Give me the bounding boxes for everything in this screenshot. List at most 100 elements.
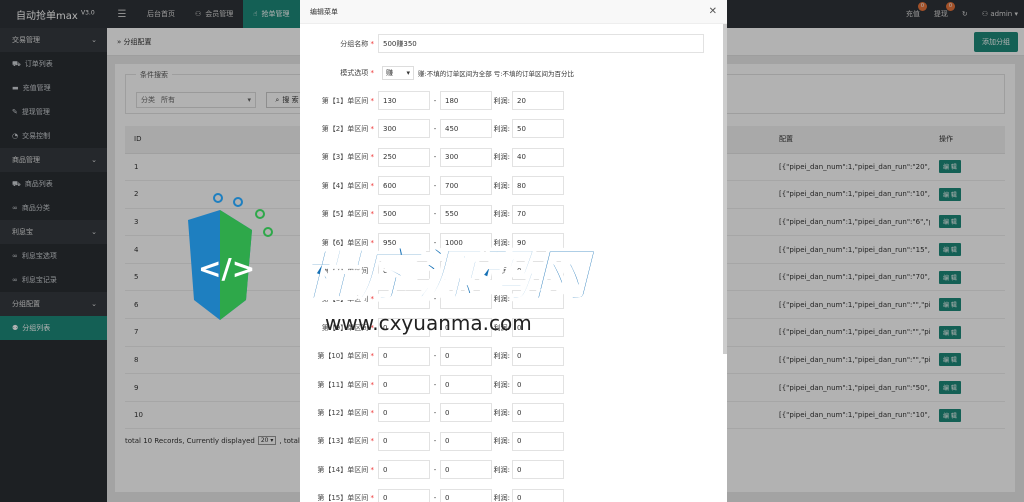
group-name-label: 分组名称 * [340, 39, 374, 48]
mode-label: 模式选项 * [340, 69, 374, 77]
range-dash: - [433, 494, 437, 502]
profit-input[interactable]: 50 [512, 119, 564, 139]
range-dash: - [433, 352, 437, 361]
range-to-input[interactable]: 0 [440, 431, 492, 451]
range-to-input[interactable]: 0 [440, 346, 492, 366]
profit-input[interactable]: 80 [512, 176, 564, 196]
range-dash: - [433, 323, 437, 332]
profit-input[interactable]: 0 [512, 460, 564, 480]
profit-input[interactable]: 70 [512, 204, 564, 224]
modal-title: 编辑菜单 [310, 7, 338, 16]
range-label: 第【8】单区间 * [321, 295, 374, 304]
range-label: 第【5】单区间 * [321, 210, 374, 219]
range-row: 第【13】单区间 * 0-0 利润: 0 [300, 431, 564, 451]
range-dash: - [433, 380, 437, 389]
profit-input[interactable]: 0 [512, 375, 564, 394]
profit-label: 利润: [493, 437, 510, 446]
profit-input[interactable]: 90 [512, 233, 564, 252]
profit-label: 利润: [493, 181, 510, 190]
mode-select[interactable]: 赚 ▾ [382, 66, 414, 80]
modal-header: 编辑菜单 ✕ [300, 0, 727, 24]
profit-input[interactable]: 0 [512, 289, 564, 309]
range-dash: - [433, 181, 437, 190]
range-row: 第【14】单区间 * 0-0 利润: 0 [300, 460, 564, 480]
range-dash: - [433, 266, 437, 275]
range-to-input[interactable]: 0 [440, 318, 492, 338]
profit-input[interactable]: 0 [512, 488, 564, 502]
range-to-input[interactable]: 550 [440, 204, 492, 224]
close-icon[interactable]: ✕ [709, 6, 717, 17]
range-from-input[interactable]: 250 [378, 147, 430, 167]
group-name-row: 分组名称 * 500赚350 [300, 34, 704, 53]
range-label: 第【9】单区间 * [321, 323, 374, 332]
range-from-input[interactable]: 0 [378, 431, 430, 451]
range-to-input[interactable]: 0 [440, 403, 492, 423]
range-label: 第【3】单区间 * [321, 153, 374, 162]
range-from-input[interactable]: 300 [378, 119, 430, 139]
range-to-input[interactable]: 0 [440, 261, 492, 281]
profit-input[interactable]: 0 [512, 403, 564, 423]
profit-label: 利润: [493, 153, 510, 162]
range-from-input[interactable]: 0 [378, 460, 430, 480]
range-label: 第【2】单区间 * [321, 124, 374, 133]
range-from-input[interactable]: 0 [378, 488, 430, 502]
profit-input[interactable]: 0 [512, 261, 564, 281]
range-from-input[interactable]: 0 [378, 346, 430, 366]
profit-label: 利润: [493, 323, 510, 332]
range-row: 第【8】单区间 * 0-0 利润: 0 [300, 289, 564, 309]
range-row: 第【1】单区间 * 130-180 利润: 20 [300, 91, 564, 110]
profit-input[interactable]: 40 [512, 147, 564, 167]
profit-label: 利润: [493, 210, 510, 219]
range-from-input[interactable]: 0 [378, 375, 430, 394]
range-from-input[interactable]: 0 [378, 403, 430, 423]
range-from-input[interactable]: 130 [378, 91, 430, 110]
range-row: 第【6】单区间 * 950-1000 利润: 90 [300, 233, 564, 252]
range-to-input[interactable]: 300 [440, 147, 492, 167]
range-dash: - [433, 153, 437, 162]
range-row: 第【4】单区间 * 600-700 利润: 80 [300, 176, 564, 196]
range-dash: - [433, 210, 437, 219]
range-row: 第【7】单区间 * 0-0 利润: 0 [300, 261, 564, 281]
profit-input[interactable]: 0 [512, 346, 564, 366]
profit-label: 利润: [493, 295, 510, 304]
range-to-input[interactable]: 450 [440, 119, 492, 139]
range-to-input[interactable]: 180 [440, 91, 492, 110]
chevron-down-icon: ▾ [406, 69, 410, 77]
range-to-input[interactable]: 0 [440, 375, 492, 394]
range-from-input[interactable]: 0 [378, 289, 430, 309]
range-row: 第【3】单区间 * 250-300 利润: 40 [300, 147, 564, 167]
profit-label: 利润: [493, 96, 510, 105]
profit-input[interactable]: 0 [512, 318, 564, 338]
group-name-input[interactable]: 500赚350 [378, 34, 704, 53]
range-to-input[interactable]: 0 [440, 460, 492, 480]
profit-input[interactable]: 0 [512, 431, 564, 451]
range-from-input[interactable]: 0 [378, 261, 430, 281]
range-label: 第【1】单区间 * [321, 96, 374, 105]
modal-scrollbar[interactable] [723, 24, 727, 354]
profit-label: 利润: [493, 238, 510, 247]
range-from-input[interactable]: 500 [378, 204, 430, 224]
mode-row: 模式选项 * 赚 ▾ 赚:不填的订单区间为全部 亏:不填的订单区间为百分比 [300, 66, 574, 80]
range-dash: - [433, 465, 437, 474]
profit-input[interactable]: 20 [512, 91, 564, 110]
range-row: 第【2】单区间 * 300-450 利润: 50 [300, 119, 564, 139]
profit-label: 利润: [493, 380, 510, 389]
range-row: 第【12】单区间 * 0-0 利润: 0 [300, 403, 564, 423]
range-to-input[interactable]: 1000 [440, 233, 492, 252]
range-label: 第【7】单区间 * [321, 266, 374, 275]
range-row: 第【5】单区间 * 500-550 利润: 70 [300, 204, 564, 224]
range-from-input[interactable]: 950 [378, 233, 430, 252]
edit-modal: 编辑菜单 ✕ 分组名称 * 500赚350 模式选项 * 赚 ▾ 赚:不填的订单区… [300, 0, 727, 502]
range-dash: - [433, 295, 437, 304]
range-from-input[interactable]: 0 [378, 318, 430, 338]
range-to-input[interactable]: 0 [440, 289, 492, 309]
range-label: 第【15】单区间 * [317, 494, 374, 502]
range-dash: - [433, 437, 437, 446]
profit-label: 利润: [493, 266, 510, 275]
range-from-input[interactable]: 600 [378, 176, 430, 196]
range-dash: - [433, 124, 437, 133]
range-to-input[interactable]: 700 [440, 176, 492, 196]
profit-label: 利润: [493, 352, 510, 361]
range-label: 第【11】单区间 * [317, 380, 374, 389]
range-to-input[interactable]: 0 [440, 488, 492, 502]
